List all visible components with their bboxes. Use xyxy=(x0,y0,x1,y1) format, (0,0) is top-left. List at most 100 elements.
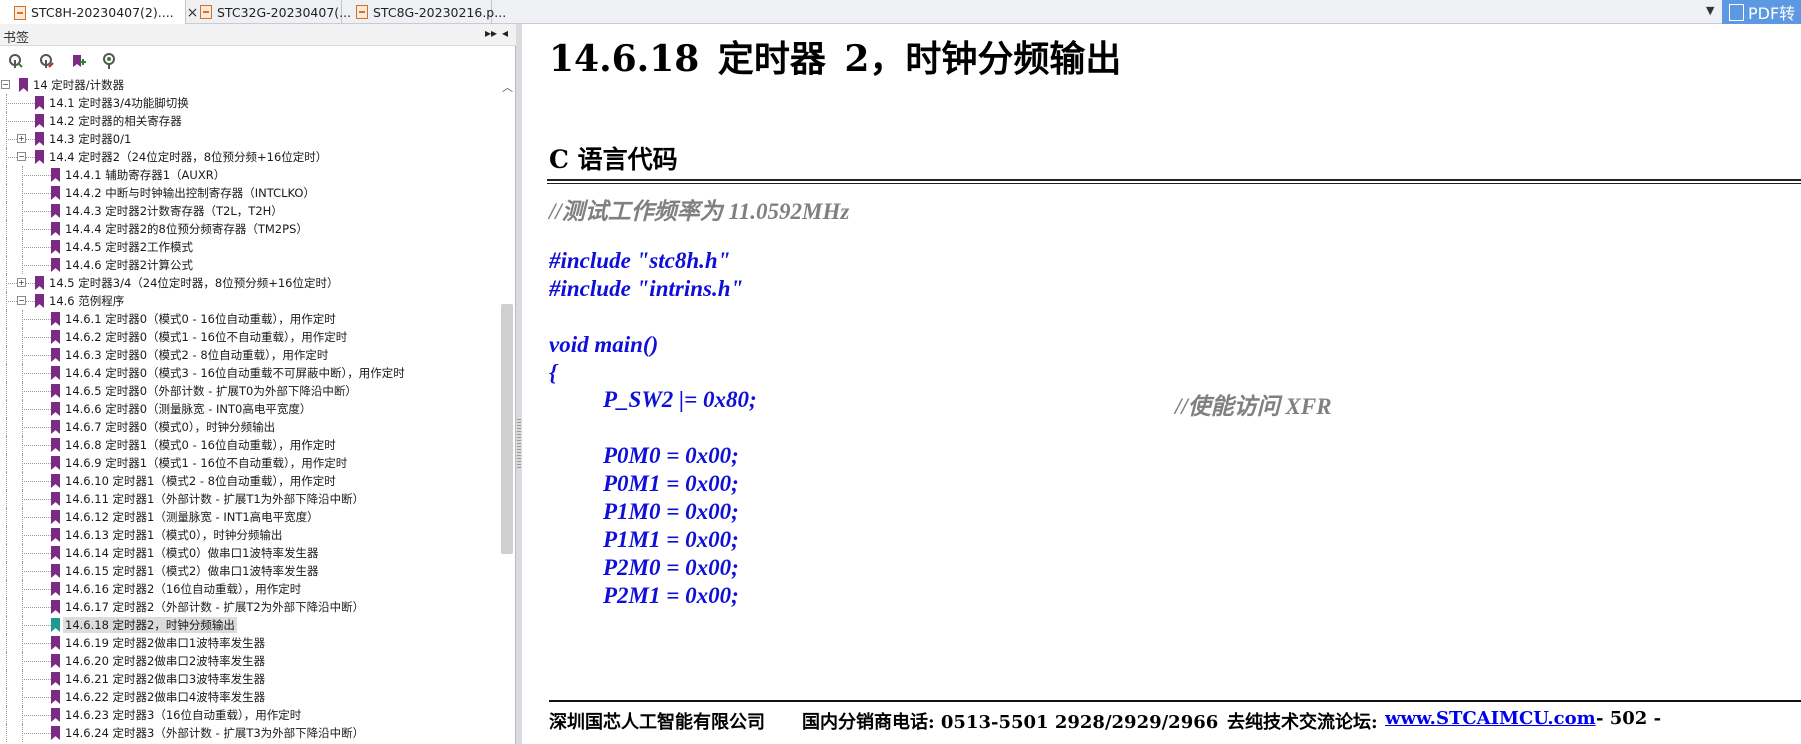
collapse-icon[interactable]: − xyxy=(1,80,10,89)
bookmark-item[interactable]: − 14.6 范例程序 xyxy=(0,292,497,310)
bookmark-item[interactable]: 14.6.7 定时器0（模式0），时钟分频输出 xyxy=(0,418,497,436)
bookmark-item[interactable]: 14.2 定时器的相关寄存器 xyxy=(0,112,497,130)
tree-connector xyxy=(6,103,35,104)
bookmark-icon xyxy=(51,420,60,434)
tree-connector xyxy=(6,346,7,364)
tree-connector xyxy=(22,715,51,716)
double-rule xyxy=(547,179,1801,184)
footer-forum-link[interactable]: www.STCAIMCU.com xyxy=(1385,708,1596,729)
close-panel-icon[interactable]: ◂ xyxy=(502,26,508,40)
code-line: P2M0 = 0x00; xyxy=(603,555,739,580)
tree-connector xyxy=(6,598,7,616)
bookmark-item[interactable]: 14.4.3 定时器2计数寄存器（T2L，T2H） xyxy=(0,202,497,220)
bookmark-icon xyxy=(51,654,60,668)
bookmark-item[interactable]: 14.6.19 定时器2做串口1波特率发生器 xyxy=(0,634,497,652)
bookmark-goto-icon[interactable] xyxy=(100,53,117,70)
tree-connector xyxy=(22,733,51,734)
tree-connector xyxy=(6,706,7,724)
bookmark-icon xyxy=(51,366,60,380)
bookmark-item[interactable]: 14.4.1 辅助寄存器1（AUXR） xyxy=(0,166,497,184)
tab-stc8h[interactable]: STC8H-20230407(2).... × xyxy=(0,0,198,25)
bookmark-item[interactable]: 14.6.3 定时器0（模式2 - 8位自动重载），用作定时 xyxy=(0,346,497,364)
tab-stc8g[interactable]: STC8G-20230216.p... xyxy=(342,0,506,24)
bookmark-item[interactable]: 14.6.14 定时器1（模式0）做串口1波特率发生器 xyxy=(0,544,497,562)
tree-connector xyxy=(22,211,51,212)
splitter-grip xyxy=(517,419,521,469)
tree-connector xyxy=(22,553,51,554)
bookmark-item[interactable]: +14.5 定时器3/4（24位定时器，8位预分频+16位定时） xyxy=(0,274,497,292)
tree-connector xyxy=(6,472,7,490)
code-line: P2M1 = 0x00; xyxy=(603,583,739,608)
bookmark-icon xyxy=(51,312,60,326)
bookmark-icon xyxy=(51,474,60,488)
tree-connector xyxy=(22,643,51,644)
tree-connector xyxy=(6,562,7,580)
bookmark-item[interactable]: 14.6.20 定时器2做串口2波特率发生器 xyxy=(0,652,497,670)
bookmark-add-icon[interactable] xyxy=(69,53,86,70)
tree-connector xyxy=(6,418,7,436)
expand-icon[interactable]: + xyxy=(17,134,26,143)
bookmark-item[interactable]: 14.1 定时器3/4功能脚切换 xyxy=(0,94,497,112)
bookmark-item[interactable]: 14.6.23 定时器3（16位自动重载），用作定时 xyxy=(0,706,497,724)
bookmark-item[interactable]: 14.4.4 定时器2的8位预分频寄存器（TM2PS） xyxy=(0,220,497,238)
bookmark-item[interactable]: 14.6.22 定时器2做串口4波特率发生器 xyxy=(0,688,497,706)
bookmark-item[interactable]: − 14.4 定时器2（24位定时器，8位预分频+16位定时） xyxy=(0,148,497,166)
bookmark-label: 14.6.18 定时器2，时钟分频输出 xyxy=(63,617,237,633)
bookmarks-scrollbar[interactable]: ︿ xyxy=(499,76,515,744)
bookmark-item[interactable]: 14.6.4 定时器0（模式3 - 16位自动重载不可屏蔽中断），用作定时 xyxy=(0,364,497,382)
bookmark-item[interactable]: 14.6.1 定时器0（模式0 - 16位自动重载），用作定时 xyxy=(0,310,497,328)
bookmark-icon xyxy=(51,564,60,578)
bookmark-item[interactable]: 14.6.6 定时器0（测量脉宽 - INT0高电平宽度） xyxy=(0,400,497,418)
bookmarks-header: 书签 ▸▸ ◂ xyxy=(0,24,516,46)
bookmark-item[interactable]: 14.4.2 中断与时钟输出控制寄存器（INTCLKO） xyxy=(0,184,497,202)
bookmark-icon xyxy=(51,402,60,416)
bookmark-collapse-icon[interactable] xyxy=(38,53,55,70)
bookmark-item[interactable]: 14.6.21 定时器2做串口3波特率发生器 xyxy=(0,670,497,688)
pdf-convert-button[interactable]: PDF转 xyxy=(1722,0,1801,24)
bookmark-item[interactable]: 14.6.24 定时器3（外部计数 - 扩展T3为外部下降沿中断） xyxy=(0,724,497,742)
collapse-icon[interactable]: − xyxy=(17,152,26,161)
bookmark-item[interactable]: 14.6.8 定时器1（模式0 - 16位自动重载），用作定时 xyxy=(0,436,497,454)
bookmarks-panel: 书签 ▸▸ ◂ − 14 定时器/计数器 14.1 定时器3/4功能脚切换 14.2 … xyxy=(0,24,516,744)
bookmark-label: 14.6.9 定时器1（模式1 - 16位不自动重载），用作定时 xyxy=(65,456,348,470)
bookmark-item[interactable]: 14.6.13 定时器1（模式0），时钟分频输出 xyxy=(0,526,497,544)
bookmark-expand-icon[interactable] xyxy=(7,53,24,70)
bookmark-icon xyxy=(35,150,44,164)
scroll-up-icon[interactable]: ︿ xyxy=(502,79,513,95)
bookmark-item[interactable]: 14.4.6 定时器2计算公式 xyxy=(0,256,497,274)
bookmark-item[interactable]: 14.4.5 定时器2工作模式 xyxy=(0,238,497,256)
tree-connector xyxy=(6,310,7,328)
collapse-icon[interactable]: − xyxy=(17,296,26,305)
bookmark-icon xyxy=(51,708,60,722)
footer-page-number: - 502 - xyxy=(1596,708,1662,729)
tab-list-dropdown-icon[interactable]: ▼ xyxy=(1706,4,1714,17)
expand-icon[interactable]: + xyxy=(17,278,26,287)
tree-connector xyxy=(6,580,7,598)
tree-connector xyxy=(6,166,7,184)
scrollbar-thumb[interactable] xyxy=(501,304,513,554)
bookmark-item[interactable]: 14.6.10 定时器1（模式2 - 8位自动重载），用作定时 xyxy=(0,472,497,490)
bookmark-item[interactable]: 14.6.5 定时器0（外部计数 - 扩展T0为外部下降沿中断） xyxy=(0,382,497,400)
bookmark-item[interactable]: 14.6.12 定时器1（测量脉宽 - INT1高电平宽度） xyxy=(0,508,497,526)
collapse-panel-icon[interactable]: ▸▸ xyxy=(485,26,497,40)
bookmark-item[interactable]: +14.3 定时器0/1 xyxy=(0,130,497,148)
tab-stc32g[interactable]: STC32G-20230407(... xyxy=(186,0,351,24)
bookmark-item[interactable]: 14.6.17 定时器2（外部计数 - 扩展T2为外部下降沿中断） xyxy=(0,598,497,616)
code-subheading: C 语言代码 xyxy=(549,145,678,174)
bookmark-item[interactable]: 14.6.16 定时器2（16位自动重载），用作定时 xyxy=(0,580,497,598)
footer-company: 深圳国芯人工智能有限公司 xyxy=(549,712,765,733)
bookmark-item[interactable]: 14.6.2 定时器0（模式1 - 16位不自动重载），用作定时 xyxy=(0,328,497,346)
tree-connector xyxy=(22,319,51,320)
bookmark-label: 14.6.6 定时器0（测量脉宽 - INT0高电平宽度） xyxy=(65,402,312,416)
bookmark-item[interactable]: − 14 定时器/计数器 xyxy=(0,76,497,94)
code-line: P_SW2 |= 0x80; xyxy=(603,387,757,412)
bookmark-tree: − 14 定时器/计数器 14.1 定时器3/4功能脚切换 14.2 定时器的相关寄存… xyxy=(0,76,497,744)
bookmark-icon xyxy=(51,330,60,344)
bookmark-item[interactable]: 14.6.18 定时器2，时钟分频输出 xyxy=(0,616,497,634)
tree-connector xyxy=(6,652,7,670)
bookmark-item[interactable]: 14.6.9 定时器1（模式1 - 16位不自动重载），用作定时 xyxy=(0,454,497,472)
bookmark-item[interactable]: 14.6.11 定时器1（外部计数 - 扩展T1为外部下降沿中断） xyxy=(0,490,497,508)
tree-connector xyxy=(6,670,7,688)
bookmark-item[interactable]: 14.6.15 定时器1（模式2）做串口1波特率发生器 xyxy=(0,562,497,580)
tree-connector xyxy=(22,427,51,428)
